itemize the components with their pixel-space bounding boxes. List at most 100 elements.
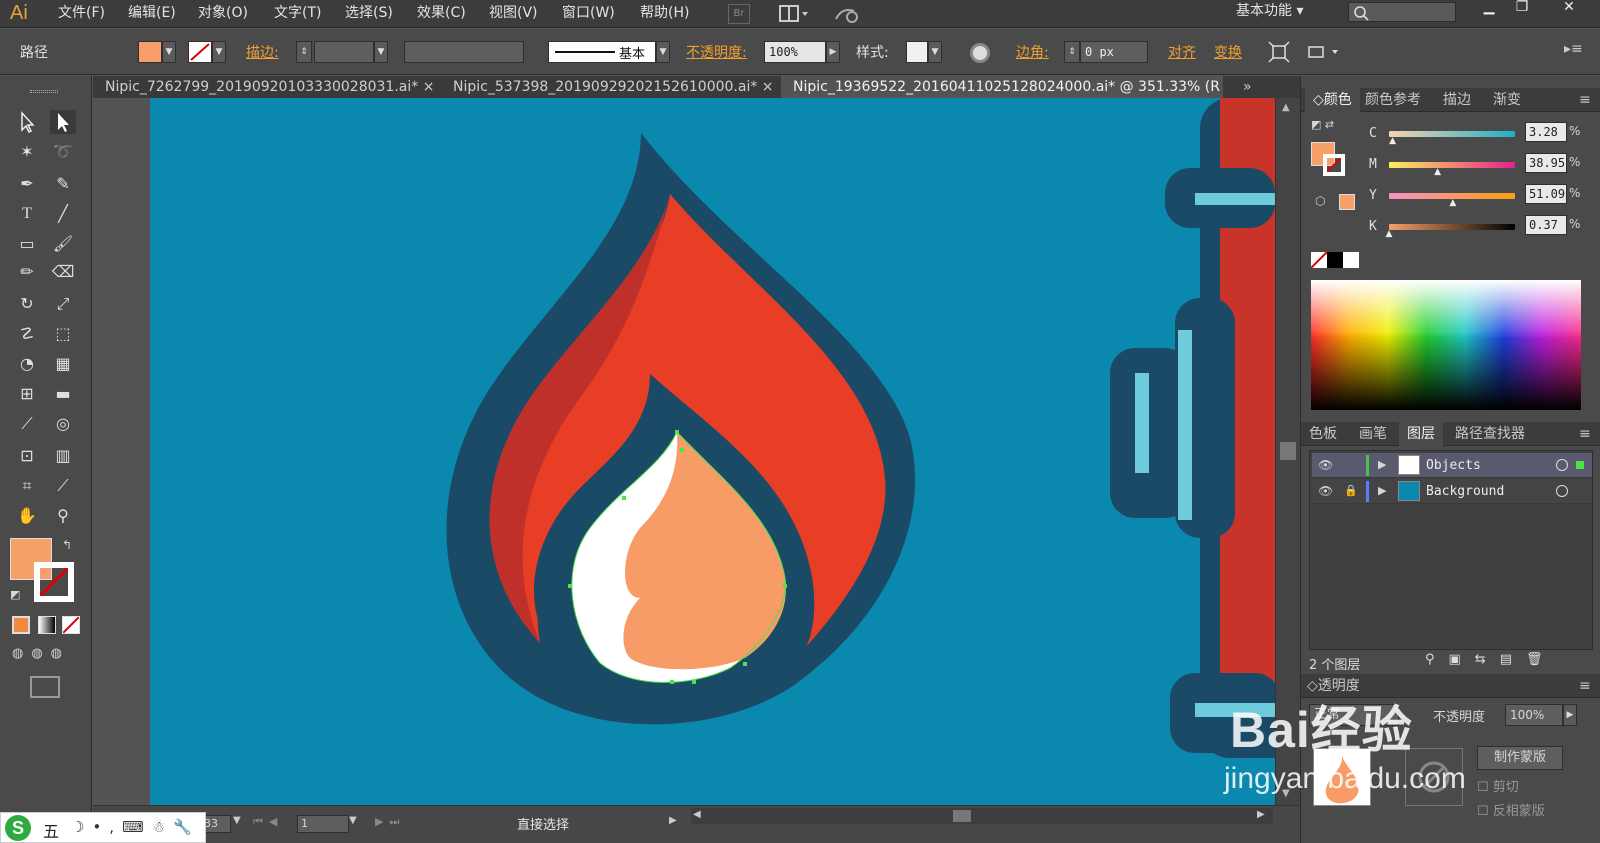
- hscroll-thumb[interactable]: [953, 810, 971, 822]
- fill-swatch[interactable]: [138, 41, 162, 63]
- curvature-tool-icon[interactable]: ✎: [50, 172, 76, 196]
- panel-menu-icon[interactable]: ≡: [1579, 88, 1591, 112]
- search-input[interactable]: [1348, 2, 1456, 22]
- scale-tool-icon[interactable]: ⤢: [50, 292, 76, 316]
- clip-checkbox[interactable]: ☐ 剪切: [1477, 776, 1519, 795]
- panel-menu-icon[interactable]: ≡: [1579, 674, 1591, 698]
- flame-artwork[interactable]: [150, 98, 1275, 805]
- menu-edit[interactable]: 编辑(E): [128, 0, 176, 28]
- make-mask-button[interactable]: 制作蒙版: [1477, 746, 1563, 770]
- stroke-weight-dropdown[interactable]: ▼: [374, 41, 388, 63]
- swap-fill-stroke-icon[interactable]: ↰: [62, 538, 72, 552]
- scroll-thumb[interactable]: [1280, 442, 1296, 460]
- tab-document-1[interactable]: Nipic_7262799_20190920103330028031.ai* ×: [93, 76, 441, 98]
- restore-button[interactable]: ❐: [1505, 0, 1539, 16]
- magenta-slider-thumb[interactable]: ▲: [1434, 167, 1441, 177]
- layer-row-background[interactable]: 👁 🔒 ▶ Background: [1312, 479, 1592, 504]
- expand-triangle-icon[interactable]: ▶: [1378, 484, 1386, 497]
- menu-type[interactable]: 文字(T): [274, 0, 321, 28]
- menu-file[interactable]: 文件(F): [58, 0, 105, 28]
- warp-tool-icon[interactable]: ☡: [14, 322, 40, 346]
- transform-link[interactable]: 变换: [1214, 42, 1242, 62]
- visibility-eye-icon[interactable]: 👁: [1318, 458, 1333, 472]
- yellow-slider-thumb[interactable]: ▲: [1449, 198, 1456, 208]
- layer-action-icons[interactable]: ⚲▣⇆▤🗑: [1425, 652, 1556, 667]
- gpu-performance-icon[interactable]: [832, 3, 862, 25]
- target-circle-icon[interactable]: [1556, 459, 1568, 471]
- close-tab-icon[interactable]: ×: [423, 79, 435, 95]
- ime-input-mode[interactable]: 五: [43, 818, 59, 842]
- first-prev-artboard-icons[interactable]: ⏮◀: [253, 815, 283, 829]
- artboard[interactable]: [150, 98, 1275, 805]
- stroke-weight-input[interactable]: [314, 41, 374, 63]
- close-tab-icon[interactable]: ×: [762, 79, 774, 95]
- recolor-artwork-icon[interactable]: [970, 43, 990, 63]
- pencil-tool-icon[interactable]: ✏: [14, 260, 40, 284]
- zoom-dropdown[interactable]: ▼: [233, 815, 241, 826]
- layer-name-objects[interactable]: Objects: [1426, 453, 1481, 478]
- artboard-dropdown[interactable]: ▼: [349, 815, 357, 826]
- selection-tool-icon[interactable]: [14, 110, 40, 134]
- none-mode-icon[interactable]: [62, 616, 80, 634]
- close-button[interactable]: ✕: [1552, 0, 1586, 16]
- symbol-sprayer-tool-icon[interactable]: ⊡: [14, 444, 40, 468]
- column-graph-tool-icon[interactable]: ▥: [50, 444, 76, 468]
- eyedropper-tool-icon[interactable]: ⟋: [14, 412, 40, 436]
- scroll-up-icon[interactable]: ▲: [1282, 102, 1290, 113]
- cyan-input[interactable]: 3.28: [1525, 122, 1567, 142]
- corner-label[interactable]: 边角:: [1016, 42, 1049, 62]
- bridge-icon[interactable]: Br: [728, 4, 750, 24]
- graphic-style-dropdown[interactable]: ▼: [928, 41, 942, 63]
- artboard-number-input[interactable]: 1: [297, 815, 349, 833]
- black-slider[interactable]: [1389, 224, 1515, 230]
- tab-document-2[interactable]: Nipic_537398_20190929202152610000.ai* ×: [441, 76, 781, 98]
- white-swatch[interactable]: [1343, 252, 1359, 268]
- corner-stepper[interactable]: ⇕: [1064, 41, 1080, 63]
- stroke-label[interactable]: 描边:: [246, 42, 279, 62]
- tab-color[interactable]: ◇颜色: [1305, 88, 1360, 112]
- black-input[interactable]: 0.37: [1525, 215, 1567, 235]
- paintbrush-tool-icon[interactable]: 🖌: [50, 232, 76, 256]
- opacity-input[interactable]: 100%: [764, 41, 826, 63]
- lock-icon[interactable]: 🔒: [1344, 484, 1358, 497]
- color-spectrum[interactable]: [1311, 280, 1581, 410]
- tab-pathfinder[interactable]: 路径查找器: [1455, 422, 1525, 446]
- transparency-opacity-input[interactable]: 100%: [1505, 704, 1563, 726]
- stroke-swatch[interactable]: [188, 41, 212, 63]
- stroke-dropdown[interactable]: ▼: [212, 41, 226, 63]
- mesh-tool-icon[interactable]: ⊞: [14, 382, 40, 406]
- brush-definition[interactable]: 基本: [548, 41, 656, 63]
- menu-select[interactable]: 选择(S): [345, 0, 393, 28]
- direct-selection-tool-icon[interactable]: [50, 110, 76, 134]
- target-circle-icon[interactable]: [1556, 485, 1568, 497]
- transparency-opacity-arrow[interactable]: ▶: [1563, 704, 1577, 726]
- tab-document-3[interactable]: Nipic_19369522_20160411025128024000.ai* …: [781, 76, 1223, 98]
- rotate-tool-icon[interactable]: ↻: [14, 292, 40, 316]
- tab-swatches[interactable]: 色板: [1309, 422, 1337, 446]
- shape-builder-tool-icon[interactable]: ◔: [14, 352, 40, 376]
- layer-name-background[interactable]: Background: [1426, 479, 1504, 504]
- rectangle-tool-icon[interactable]: ▭: [14, 232, 40, 256]
- eraser-tool-icon[interactable]: ⌫: [50, 260, 76, 284]
- invert-mask-checkbox[interactable]: ☐ 反相蒙版: [1477, 800, 1545, 819]
- tab-color-guide[interactable]: 颜色参考: [1365, 88, 1421, 112]
- free-transform-tool-icon[interactable]: ⬚: [50, 322, 76, 346]
- none-swatch[interactable]: [1310, 251, 1328, 269]
- line-segment-tool-icon[interactable]: ╱: [50, 202, 76, 226]
- magic-wand-tool-icon[interactable]: ✶: [14, 140, 40, 164]
- pen-tool-icon[interactable]: ✒: [14, 172, 40, 196]
- brush-dropdown[interactable]: ▼: [656, 41, 670, 63]
- stroke-color-box[interactable]: [34, 562, 74, 602]
- panel-menu-icon[interactable]: ≡: [1579, 422, 1591, 446]
- variable-width-profile[interactable]: [404, 41, 524, 63]
- workspace-switcher[interactable]: 基本功能 ▾: [1236, 0, 1303, 22]
- perspective-grid-tool-icon[interactable]: ▦: [50, 352, 76, 376]
- tab-layers[interactable]: 图层: [1399, 422, 1443, 446]
- lasso-tool-icon[interactable]: ➰: [50, 140, 76, 164]
- fill-dropdown[interactable]: ▼: [162, 41, 176, 63]
- scroll-left-icon[interactable]: ◀: [693, 809, 701, 820]
- screen-mode-icon[interactable]: [30, 676, 60, 698]
- expand-triangle-icon[interactable]: ▶: [1378, 458, 1386, 471]
- layer-row-objects[interactable]: 👁 ▶ Objects: [1312, 453, 1592, 478]
- horizontal-scrollbar[interactable]: ◀ ▶: [691, 808, 1273, 824]
